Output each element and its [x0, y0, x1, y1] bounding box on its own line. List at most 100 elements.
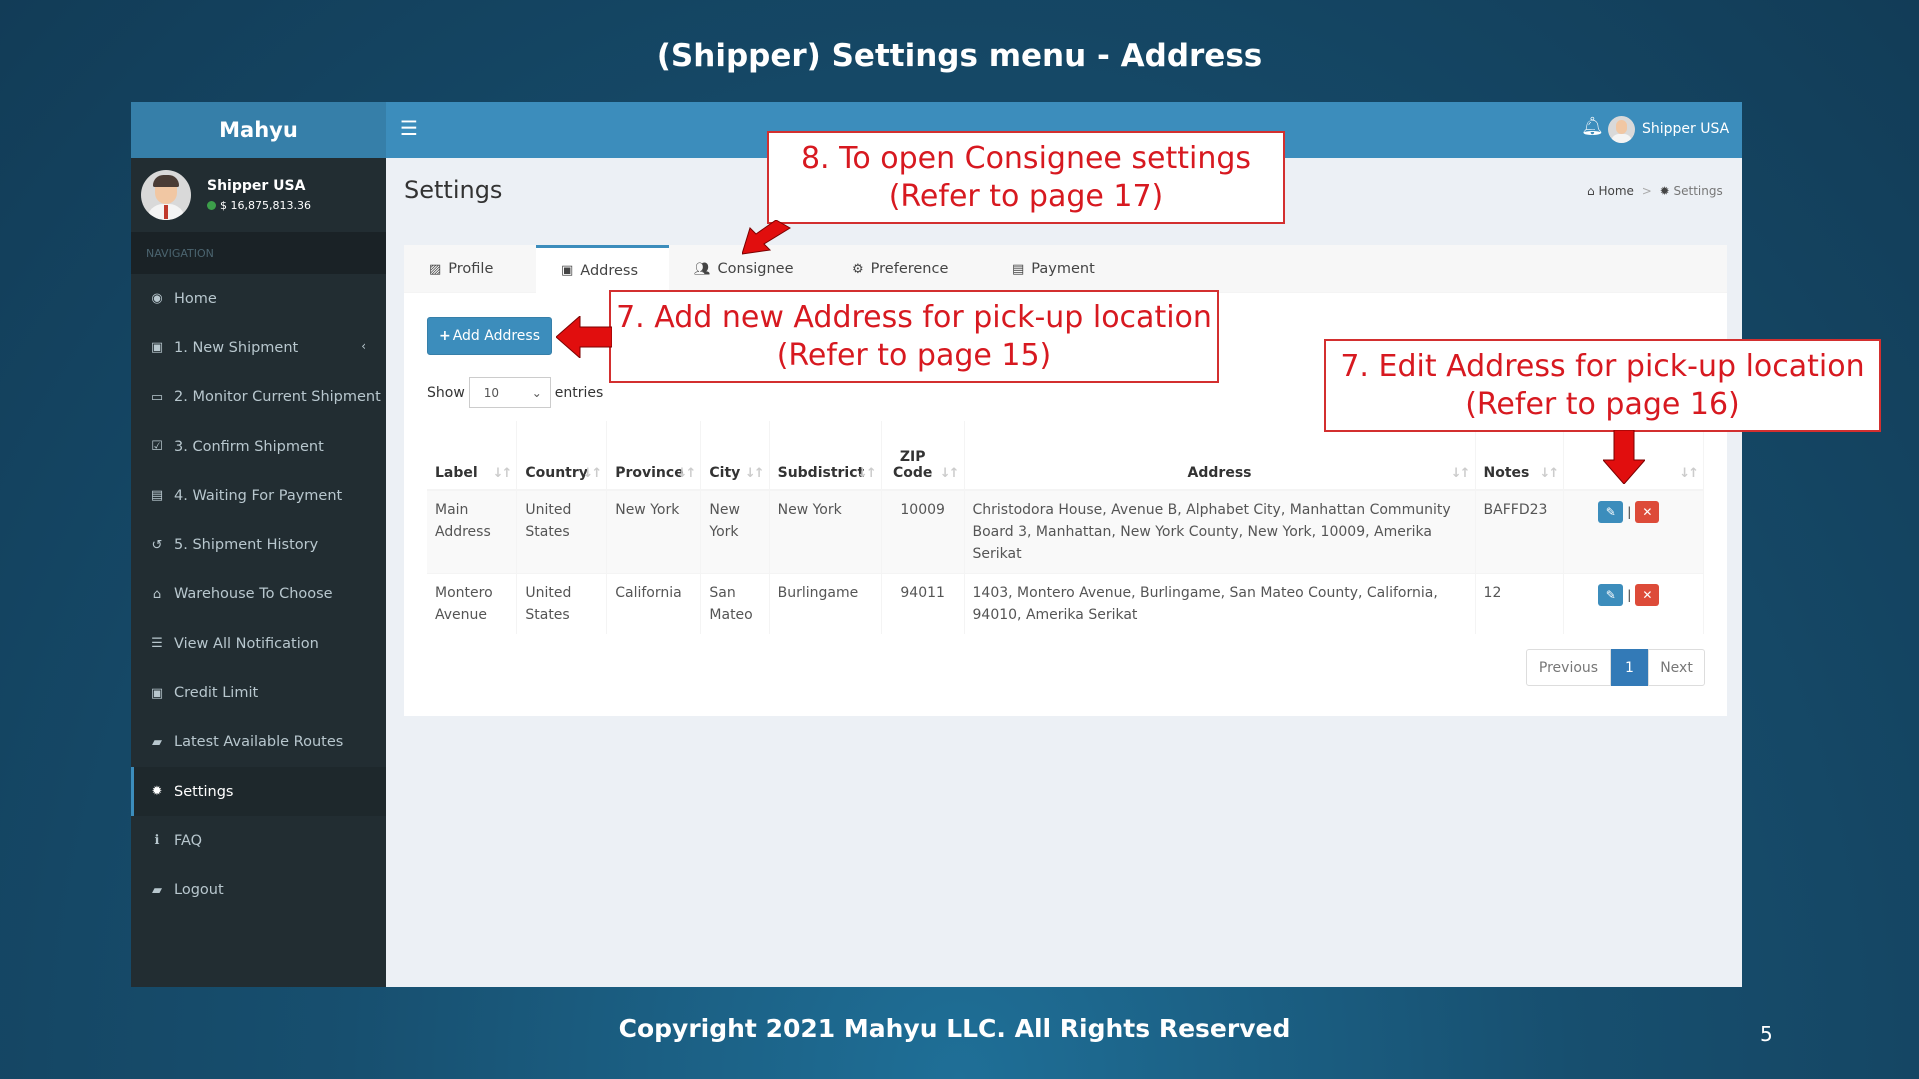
delete-address-button[interactable]: ✕ — [1635, 501, 1660, 523]
pagination-next[interactable]: Next — [1648, 649, 1705, 686]
sidebar-item-shipment-history[interactable]: ↺ 5. Shipment History — [131, 520, 386, 569]
user-panel: Shipper USA $ 16,875,813.36 — [131, 158, 386, 232]
sidebar-item-label: Latest Available Routes — [174, 734, 344, 751]
delete-address-button[interactable]: ✕ — [1635, 584, 1660, 606]
tab-label: Address — [580, 262, 639, 279]
arrow-icon — [556, 316, 612, 358]
check-square-icon: ☑ — [151, 439, 163, 455]
list-icon: ☰ — [151, 636, 163, 652]
sidebar-item-label: View All Notification — [174, 635, 319, 652]
top-user-avatar[interactable] — [1608, 116, 1635, 143]
sidebar-item-monitor-shipment[interactable]: ▭ 2. Monitor Current Shipment — [131, 373, 386, 422]
warehouse-icon: ⌂ — [152, 586, 162, 602]
column-label: Province — [615, 465, 684, 481]
column-header-country[interactable]: Country ↓↑ — [516, 421, 608, 491]
cell-city: San Mateo — [700, 573, 770, 634]
hamburger-menu-icon[interactable]: ☰ — [400, 116, 418, 140]
column-header-province[interactable]: Province ↓↑ — [606, 421, 702, 491]
edit-address-button[interactable]: ✎ — [1598, 584, 1624, 606]
column-label: Label — [435, 465, 478, 481]
breadcrumb-current: Settings — [1673, 184, 1723, 198]
users-icon: 👥︎ — [694, 261, 711, 277]
column-label: City — [709, 465, 741, 481]
tab-profile[interactable]: ▨ Profile — [404, 245, 536, 293]
entries-select[interactable]: 10 ⌄ — [468, 377, 551, 408]
sidebar: Mahyu Shipper USA $ 16,875,813.36 NAVIGA… — [131, 102, 386, 987]
sort-icon: ↓↑ — [1539, 466, 1560, 481]
column-header-label[interactable]: Label ↓↑ — [427, 421, 518, 491]
entries-control: Show 10 ⌄ entries — [427, 377, 603, 408]
sort-icon: ↓↑ — [744, 466, 765, 481]
online-status-icon — [207, 201, 216, 210]
history-icon: ↺ — [151, 537, 163, 553]
money-icon: ▣ — [150, 685, 164, 701]
tab-label: Consignee — [717, 261, 794, 277]
edit-address-button[interactable]: ✎ — [1598, 501, 1624, 523]
shipment-icon: ▣ — [150, 340, 164, 356]
sidebar-item-label: Home — [174, 290, 217, 307]
sort-icon: ↓↑ — [492, 466, 513, 481]
brand-logo[interactable]: Mahyu — [131, 102, 386, 158]
breadcrumb-home[interactable]: Home — [1598, 184, 1633, 198]
sort-icon: ↓↑ — [1450, 466, 1471, 481]
user-avatar — [141, 170, 191, 220]
settings-tabs: ▨ Profile ▣ Address 👥︎ Consignee ⚙ Preferenc… — [404, 245, 1727, 293]
sort-icon: ↓↑ — [582, 466, 602, 481]
tab-label: Profile — [448, 261, 494, 277]
add-address-label: Add Address — [452, 328, 541, 344]
cell-subdistrict: Burlingame — [769, 573, 882, 634]
column-header-subdistrict[interactable]: Subdistrict ↓↑ — [769, 421, 882, 491]
address-book-icon: ▣ — [561, 263, 574, 278]
column-header-zip[interactable]: ZIP Code ↓↑ — [881, 421, 965, 491]
sidebar-item-settings[interactable]: ✹ Settings — [131, 766, 386, 817]
column-label: Country — [525, 465, 588, 481]
column-label: Address — [1187, 465, 1252, 481]
sort-icon: ↓↑ — [857, 466, 877, 481]
sidebar-item-label: 3. Confirm Shipment — [174, 438, 324, 455]
arrow-icon — [742, 220, 791, 255]
cell-actions: ✎ | ✕ — [1563, 573, 1704, 634]
entries-value: 10 — [483, 385, 500, 400]
pagination-previous[interactable]: Previous — [1526, 649, 1611, 686]
page-title: Settings — [404, 176, 503, 204]
nav-header: NAVIGATION — [131, 232, 386, 274]
annotation-add-address: 7. Add new Address for pick-up location … — [609, 290, 1219, 383]
sidebar-item-label: Settings — [174, 783, 234, 800]
bell-icon[interactable]: 🔔︎ — [1581, 116, 1604, 137]
laptop-icon: ▭ — [150, 389, 164, 405]
sidebar-item-notifications[interactable]: ☰ View All Notification — [131, 619, 386, 668]
pagination-page[interactable]: 1 — [1611, 649, 1648, 686]
chevron-down-icon: ⌄ — [531, 385, 542, 400]
annotation-edit-address: 7. Edit Address for pick-up location (Re… — [1324, 339, 1881, 432]
entries-label: entries — [554, 384, 604, 401]
book-icon: ▰ — [152, 882, 162, 898]
tab-preference[interactable]: ⚙ Preference — [827, 245, 987, 293]
tab-payment[interactable]: ▤ Payment — [987, 245, 1127, 293]
sort-icon: ↓↑ — [1679, 466, 1699, 481]
sidebar-item-label: 4. Waiting For Payment — [174, 487, 343, 504]
sidebar-item-logout[interactable]: ▰ Logout — [131, 866, 386, 915]
sidebar-item-warehouse[interactable]: ⌂ Warehouse To Choose — [131, 570, 386, 619]
annotation-text: (Refer to page 17) — [888, 178, 1164, 214]
sidebar-item-waiting-payment[interactable]: ▤ 4. Waiting For Payment — [131, 471, 386, 520]
top-user-name[interactable]: Shipper USA — [1642, 121, 1729, 137]
sidebar-item-faq[interactable]: ℹ FAQ — [131, 816, 386, 865]
tab-label: Payment — [1031, 261, 1095, 277]
sort-icon: ↓↑ — [939, 466, 960, 481]
cell-label: Montero Avenue — [427, 573, 518, 634]
sidebar-item-routes[interactable]: ▰ Latest Available Routes — [131, 718, 386, 767]
sidebar-item-label: 1. New Shipment — [174, 339, 299, 356]
sidebar-item-credit-limit[interactable]: ▣ Credit Limit — [131, 668, 386, 717]
column-header-city[interactable]: City ↓↑ — [700, 421, 770, 491]
tab-address[interactable]: ▣ Address — [536, 245, 669, 293]
add-address-button[interactable]: + Add Address — [427, 317, 552, 355]
cell-notes: BAFFD23 — [1475, 489, 1565, 574]
sidebar-item-new-shipment[interactable]: ▣ 1. New Shipment ‹ — [131, 323, 386, 372]
address-table: Label ↓↑ Country ↓↑ Province ↓↑ City ↓↑ Subd… — [427, 421, 1704, 634]
annotation-text: 7. Add new Address for pick-up location — [616, 299, 1212, 335]
sidebar-item-confirm-shipment[interactable]: ☑ 3. Confirm Shipment — [131, 422, 386, 471]
sidebar-item-home[interactable]: ◉ Home — [131, 274, 386, 323]
cell-province: California — [606, 573, 702, 634]
chevron-left-icon: ‹ — [361, 339, 366, 354]
cell-address: 1403, Montero Avenue, Burlingame, San Ma… — [964, 573, 1476, 634]
